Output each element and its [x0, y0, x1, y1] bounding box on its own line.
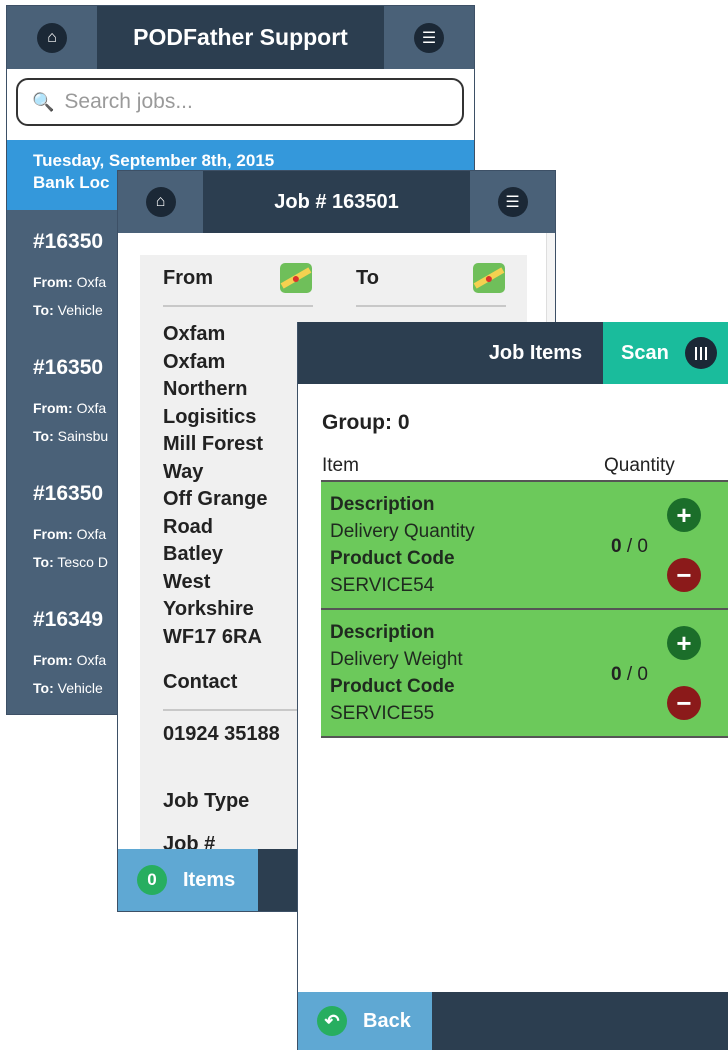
plus-icon[interactable]: + [667, 626, 701, 660]
group-label: Group: 0 [322, 411, 410, 434]
address-line: WF17 6RA [163, 625, 262, 648]
job-from: From: Oxfa [33, 400, 107, 416]
map-icon[interactable]: ● [280, 263, 312, 293]
address-line: Oxfam [163, 350, 226, 373]
contact-value[interactable]: 01924 35188 [163, 723, 280, 746]
column-header-quantity: Quantity [604, 455, 675, 476]
job-from: From: Oxfa [33, 274, 107, 290]
item-row: Description Delivery Weight Product Code… [321, 608, 728, 736]
to-label: To [356, 267, 379, 289]
items-title: Job Items [488, 341, 583, 364]
location-text: Bank Loc [33, 173, 110, 192]
address-line: Off Grange [163, 488, 268, 510]
description-label: Description [330, 622, 435, 643]
job-to: To: Sainsbu [33, 428, 109, 444]
address-line: Way [163, 460, 204, 483]
scan-button[interactable]: Scan [603, 322, 728, 384]
from-address: Oxfam Oxfam Northern Logisitics Mill For… [163, 321, 267, 651]
job-number: #16350 [33, 356, 104, 379]
job-to: To: Vehicle [33, 302, 103, 318]
items-count-badge: 0 [137, 865, 167, 895]
job-to: To: Tesco D [33, 554, 108, 570]
address-line: Batley [163, 543, 224, 565]
menu-button[interactable]: ☰ [470, 171, 555, 233]
search-icon: 🔍 [32, 91, 55, 112]
product-code-label: Product Code [330, 548, 455, 569]
description-label: Description [330, 494, 435, 515]
divider [356, 305, 506, 307]
plus-icon[interactable]: + [667, 498, 701, 532]
scan-label: Scan [621, 341, 669, 364]
product-code-label: Product Code [330, 676, 455, 697]
contact-label: Contact [163, 671, 238, 693]
menu-button[interactable]: ☰ [384, 6, 474, 69]
description-value: Delivery Quantity [330, 521, 475, 542]
item-row: Description Delivery Quantity Product Co… [321, 480, 728, 608]
product-code-value: SERVICE54 [330, 575, 435, 596]
minus-icon[interactable]: − [667, 558, 701, 592]
address-line: Mill Forest [163, 433, 264, 455]
job-type-label: Job Type [163, 790, 250, 812]
column-header-item: Item [322, 455, 359, 476]
search-box[interactable]: 🔍 [16, 78, 464, 126]
items-footer: ↶ Back [298, 992, 728, 1050]
search-area: 🔍 [7, 69, 474, 140]
home-icon: ⌂ [145, 187, 176, 217]
job-number: #16350 [33, 482, 104, 505]
back-icon: ↶ [317, 1006, 347, 1036]
items-button[interactable]: 0 Items [118, 849, 258, 911]
divider [321, 736, 728, 738]
job-header: ⌂ Job # 163501 ☰ [118, 171, 555, 233]
menu-icon: ☰ [497, 187, 528, 217]
address-line: Road [163, 515, 213, 538]
job-from: From: Oxfa [33, 526, 107, 542]
back-button[interactable]: ↶ Back [298, 992, 432, 1050]
date-text: Tuesday, September 8th, 2015 [33, 151, 275, 170]
divider [163, 305, 313, 307]
home-button[interactable]: ⌂ [7, 6, 97, 69]
quantity-value: 0 / 0 [611, 664, 648, 685]
menu-icon: ☰ [414, 22, 444, 53]
address-line: Northern [163, 378, 248, 400]
support-title: PODFather Support [133, 24, 348, 50]
from-label: From [163, 267, 213, 289]
address-line: Yorkshire [163, 598, 254, 620]
job-to: To: Vehicle [33, 680, 103, 696]
items-header: Job Items Scan [298, 322, 728, 384]
map-icon[interactable]: ● [473, 263, 505, 293]
product-code-value: SERVICE55 [330, 703, 435, 724]
home-button[interactable]: ⌂ [118, 171, 203, 233]
address-line: Oxfam [163, 323, 226, 345]
quantity-value: 0 / 0 [611, 536, 648, 557]
home-icon: ⌂ [37, 22, 67, 53]
minus-icon[interactable]: − [667, 686, 701, 720]
job-number: #16350 [33, 230, 104, 253]
back-label: Back [363, 1009, 411, 1032]
address-line: Logisitics [163, 405, 257, 428]
support-header: ⌂ PODFather Support ☰ [7, 6, 474, 69]
job-number: #16349 [33, 608, 104, 631]
description-value: Delivery Weight [330, 649, 463, 670]
address-line: West [163, 570, 211, 593]
barcode-icon [684, 337, 717, 369]
job-items-screen: Job Items Scan Group: 0 Item Quantity De… [297, 322, 728, 1050]
job-from: From: Oxfa [33, 652, 107, 668]
items-label: Items [183, 868, 236, 891]
job-title: Job # 163501 [274, 190, 399, 213]
search-input[interactable] [62, 89, 447, 115]
